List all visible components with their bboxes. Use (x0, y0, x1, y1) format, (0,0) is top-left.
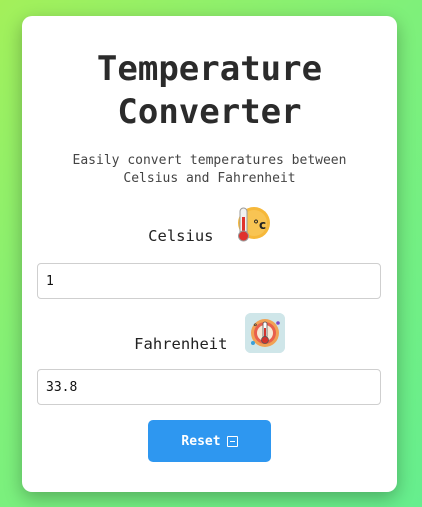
fahrenheit-label: Fahrenheit (134, 335, 228, 353)
fahrenheit-input[interactable] (37, 369, 381, 405)
calculator-icon (226, 436, 238, 447)
reset-button[interactable]: Reset (148, 420, 271, 462)
celsius-input[interactable] (37, 263, 381, 299)
page-subtitle: Easily convert temperatures between Cels… (72, 153, 347, 186)
page-title: Temperature Converter (96, 49, 323, 132)
thermometer-celsius-icon: °c (231, 205, 271, 245)
celsius-label-row: Celsius °c (22, 205, 397, 247)
converter-card: Temperature Converter Easily convert tem… (22, 16, 397, 492)
reset-button-label: Reset (181, 433, 221, 449)
svg-text:°c: °c (253, 218, 266, 232)
svg-text:°: ° (253, 323, 258, 333)
celsius-label: Celsius (148, 227, 214, 245)
thermometer-fahrenheit-icon: ° (244, 313, 285, 353)
fahrenheit-label-row: Fahrenheit ° (22, 313, 397, 355)
